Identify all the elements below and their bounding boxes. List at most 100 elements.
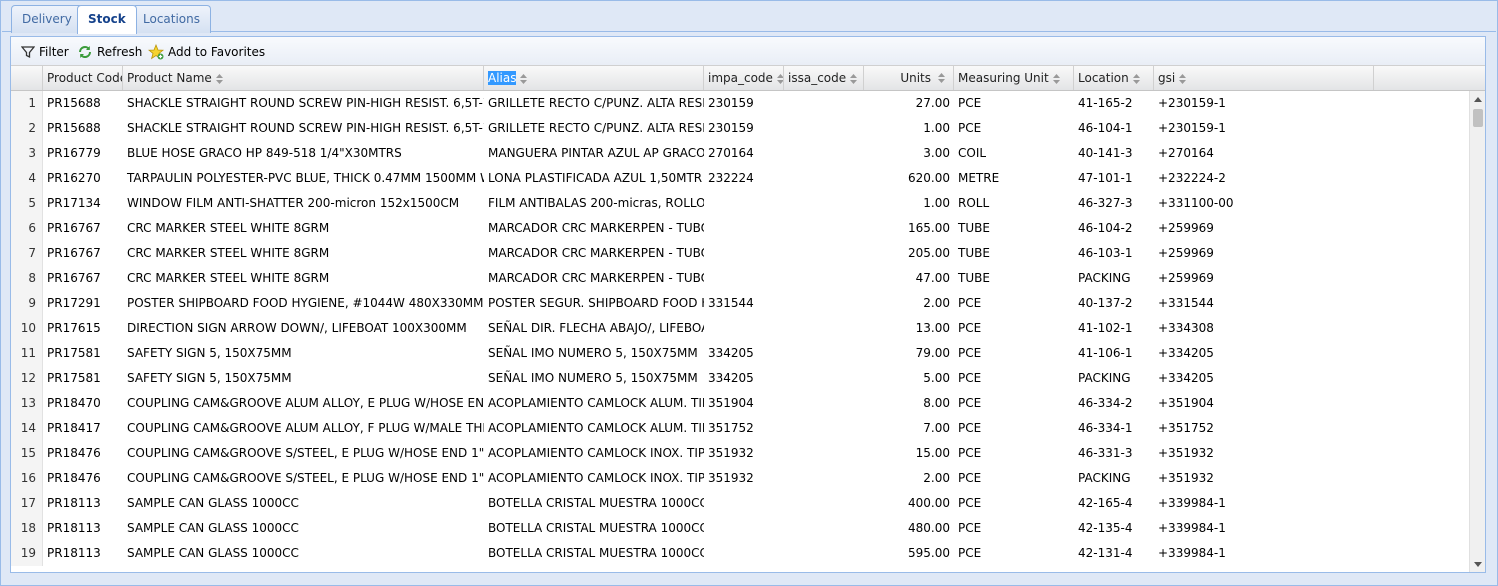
product-code-cell: PR18113 [47,521,101,535]
product-code-cell: PR17615 [47,321,101,335]
units-cell: 2.00 [923,296,950,310]
product-name-cell: COUPLING CAM&GROOVE ALUM ALLOY, F PLUG W… [127,421,484,435]
table-row[interactable]: 12 PR17581 SAFETY SIGN 5, 150X75MM SEÑAL IM… [11,366,1468,391]
table-row[interactable]: 15 PR18476 COUPLING CAM&GROOVE S/STEEL, E … [11,441,1468,466]
header-gsi-label: gsi [1158,71,1176,85]
add-to-favorites-button[interactable]: Add to Favorites [148,42,265,62]
gsi-cell: +230159-1 [1158,121,1226,135]
scroll-up-icon[interactable] [1470,91,1486,107]
header-measuring-unit[interactable]: Measuring Unit [954,66,1074,90]
grid-header: Product Code Product Name Alias impa_cod… [11,66,1485,91]
header-rownumber [11,66,43,90]
header-gsi[interactable]: gsi [1154,66,1374,90]
location-cell: 42-131-4 [1078,546,1133,560]
product-code-cell: PR18476 [47,446,101,460]
product-code-cell: PR17581 [47,346,101,360]
location-cell: 42-165-4 [1078,496,1133,510]
location-cell: 42-135-4 [1078,521,1133,535]
issa-code-cell [784,216,864,241]
header-impa-code[interactable]: impa_code [704,66,784,90]
filter-button[interactable]: Filter [21,42,69,62]
table-row[interactable]: 13 PR18470 COUPLING CAM&GROOVE ALUM ALLOY,… [11,391,1468,416]
table-row[interactable]: 3 PR16779 BLUE HOSE GRACO HP 849-518 1/4"X… [11,141,1468,166]
impa-code-cell: 230159 [708,121,754,135]
refresh-button[interactable]: Refresh [77,42,142,62]
measuring-unit-cell: COIL [958,146,987,160]
gsi-cell: +334205 [1158,346,1214,360]
units-cell: 480.00 [908,521,950,535]
sort-icon [520,73,528,84]
sort-icon [1179,73,1187,84]
gsi-cell: +331544 [1158,296,1214,310]
table-row[interactable]: 14 PR18417 COUPLING CAM&GROOVE ALUM ALLOY,… [11,416,1468,441]
vertical-scrollbar[interactable] [1469,91,1485,572]
impa-code-cell [704,191,784,216]
location-cell: PACKING [1078,471,1131,485]
product-name-cell: BLUE HOSE GRACO HP 849-518 1/4"X30MTRS [127,146,402,160]
units-cell: 47.00 [915,271,950,285]
issa-code-cell [784,466,864,491]
product-code-cell: PR16270 [47,171,101,185]
table-row[interactable]: 2 PR15688 SHACKLE STRAIGHT ROUND SCREW PIN… [11,116,1468,141]
impa-code-cell [704,516,784,541]
row-number-cell: 5 [11,191,43,216]
measuring-unit-cell: PCE [958,96,982,110]
issa-code-cell [784,341,864,366]
row-number-cell: 9 [11,291,43,316]
row-number-cell: 13 [11,391,43,416]
header-product-name[interactable]: Product Name [123,66,484,90]
issa-code-cell [784,441,864,466]
product-name-cell: COUPLING CAM&GROOVE S/STEEL, E PLUG W/HO… [127,471,484,485]
impa-code-cell: 334205 [708,371,754,385]
row-number-cell: 2 [11,116,43,141]
table-row[interactable]: 9 PR17291 POSTER SHIPBOARD FOOD HYGIENE, #… [11,291,1468,316]
units-cell: 5.00 [923,371,950,385]
table-row[interactable]: 8 PR16767 CRC MARKER STEEL WHITE 8GRM MARCA… [11,266,1468,291]
tab-stock[interactable]: Stock [77,5,137,34]
alias-cell: SEÑAL IMO NUMERO 5, 150X75MM [488,371,698,385]
table-row[interactable]: 18 PR18113 SAMPLE CAN GLASS 1000CC BOTELLA … [11,516,1468,541]
table-row[interactable]: 19 PR18113 SAMPLE CAN GLASS 1000CC BOTELLA … [11,541,1468,566]
product-name-cell: WINDOW FILM ANTI-SHATTER 200-micron 152x… [127,196,460,210]
table-row[interactable]: 17 PR18113 SAMPLE CAN GLASS 1000CC BOTELLA … [11,491,1468,516]
location-cell: 40-141-3 [1078,146,1133,160]
grid-toolbar: Filter Refresh Add to Favorites [11,37,1485,66]
header-units[interactable]: Units [864,66,954,90]
header-product-code[interactable]: Product Code [43,66,123,90]
scrollbar-thumb[interactable] [1473,109,1483,127]
impa-code-cell [704,491,784,516]
table-row[interactable]: 7 PR16767 CRC MARKER STEEL WHITE 8GRM MARCA… [11,241,1468,266]
product-name-cell: SHACKLE STRAIGHT ROUND SCREW PIN-HIGH RE… [127,121,484,135]
header-product-name-label: Product Name [127,71,212,85]
table-row[interactable]: 11 PR17581 SAFETY SIGN 5, 150X75MM SEÑAL IM… [11,341,1468,366]
table-row[interactable]: 10 PR17615 DIRECTION SIGN ARROW DOWN/, LIF… [11,316,1468,341]
units-cell: 79.00 [915,346,950,360]
product-name-cell: TARPAULIN POLYESTER-PVC BLUE, THICK 0.47… [127,171,484,185]
header-issa-code[interactable]: issa_code [784,66,864,90]
table-row[interactable]: 5 PR17134 WINDOW FILM ANTI-SHATTER 200-mic… [11,191,1468,216]
star-add-icon [148,44,164,60]
tab-delivery[interactable]: Delivery [11,5,83,33]
measuring-unit-cell: PCE [958,396,982,410]
table-row[interactable]: 6 PR16767 CRC MARKER STEEL WHITE 8GRM MARCA… [11,216,1468,241]
table-row[interactable]: 16 PR18476 COUPLING CAM&GROOVE S/STEEL, E … [11,466,1468,491]
units-cell: 1.00 [923,196,950,210]
product-code-cell: PR17581 [47,371,101,385]
gsi-cell: +334308 [1158,321,1214,335]
tab-locations[interactable]: Locations [132,5,212,33]
impa-code-cell: 351932 [708,471,754,485]
units-cell: 400.00 [908,496,950,510]
table-row[interactable]: 1 PR15688 SHACKLE STRAIGHT ROUND SCREW PIN… [11,91,1468,116]
alias-cell: FILM ANTIBALAS 200-micras, ROLLO 15 [488,196,704,210]
measuring-unit-cell: PCE [958,546,982,560]
impa-code-cell: 351904 [708,396,754,410]
header-location[interactable]: Location [1074,66,1154,90]
product-code-cell: PR15688 [47,121,101,135]
scroll-down-icon[interactable] [1470,556,1486,572]
gsi-cell: +259969 [1158,271,1214,285]
issa-code-cell [784,291,864,316]
row-number-cell: 15 [11,441,43,466]
product-code-cell: PR16779 [47,146,101,160]
table-row[interactable]: 4 PR16270 TARPAULIN POLYESTER-PVC BLUE, TH… [11,166,1468,191]
header-alias[interactable]: Alias [484,66,704,90]
